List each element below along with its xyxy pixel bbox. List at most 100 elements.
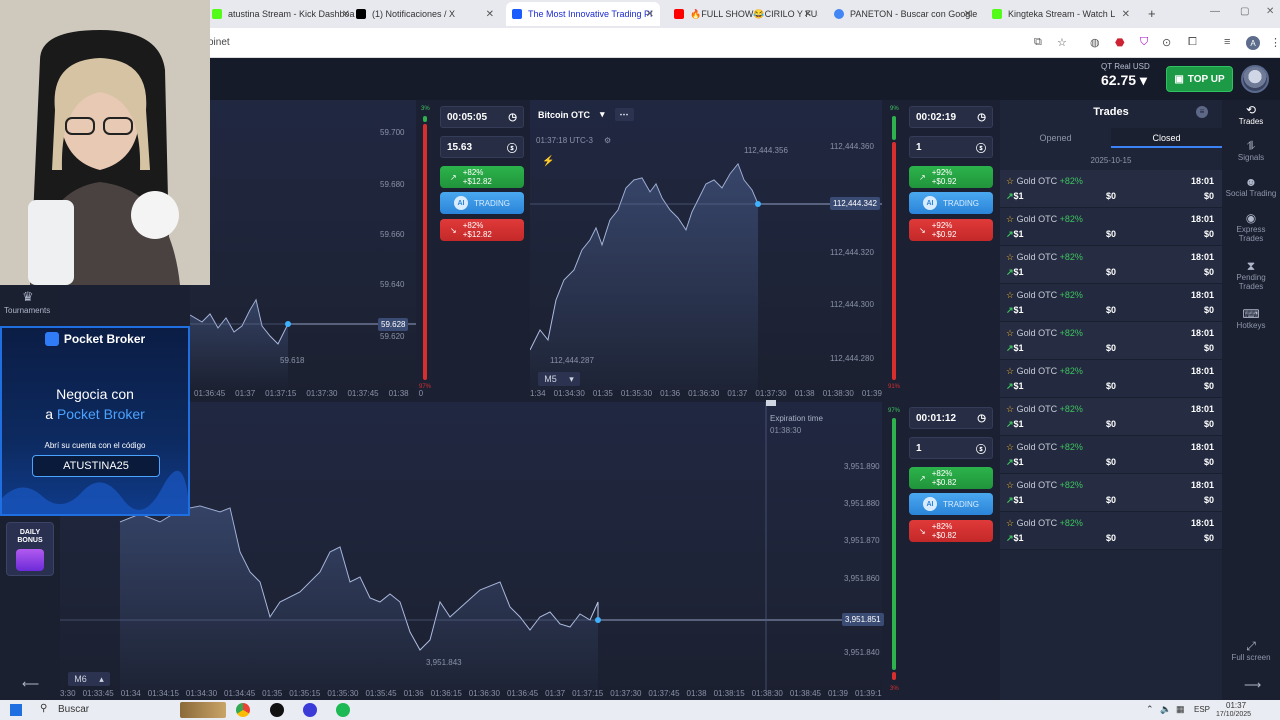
user-avatar[interactable] <box>1241 65 1269 93</box>
browser-tab[interactable]: PANETON - Buscar con Google ✕ <box>828 2 978 26</box>
ai-trading-button[interactable]: AI TRADING <box>440 192 524 214</box>
lightning-icon[interactable]: ⚡ <box>542 156 554 167</box>
balance-value[interactable]: 62.75 ▾ <box>1101 72 1147 89</box>
browser-tab[interactable]: atustina Stream - Kick Dashboa ✕ <box>206 2 356 26</box>
trade-row[interactable]: ☆ Gold OTC +82% ↗$1 $0 18:01 $0 <box>1000 360 1222 398</box>
search-icon[interactable]: ⚲ <box>40 703 47 714</box>
trade-row[interactable]: ☆ Gold OTC +82% ↗$1 $0 18:01 $0 <box>1000 322 1222 360</box>
trade-row[interactable]: ☆ Gold OTC +82% ↗$1 $0 18:01 $0 <box>1000 246 1222 284</box>
new-tab-button[interactable]: + <box>1148 6 1156 21</box>
nav-trades[interactable]: ⟲ Trades <box>1222 104 1280 126</box>
nav-tournaments[interactable]: Tournaments <box>4 306 50 315</box>
buy-button[interactable]: ↗ +82% +$12.82 <box>440 166 524 188</box>
volume-icon[interactable]: 🔈 <box>1160 704 1171 715</box>
spotify-icon[interactable] <box>336 703 350 717</box>
timer-field[interactable]: 00:01:12 ◷ <box>909 407 993 429</box>
sell-button[interactable]: ↘ +82% +$0.82 <box>909 520 993 542</box>
settings-gear-icon[interactable]: ⚙ <box>604 136 611 145</box>
browser-tab[interactable]: 🔥FULL SHOW😂CIRILO Y FUS ✕ <box>668 2 818 26</box>
trades-title: Trades <box>1093 106 1129 118</box>
language-indicator[interactable]: ESP <box>1194 705 1210 714</box>
amount-field[interactable]: 15.63 ⓢ <box>440 136 524 158</box>
chart-panel-1[interactable]: 59.700 59.680 59.660 59.640 59.628 59.62… <box>190 100 423 400</box>
media-icon[interactable]: ≡ <box>1224 36 1230 48</box>
ai-trading-button[interactable]: AI TRADING <box>909 493 993 515</box>
chart-panel-2[interactable]: Bitcoin OTC ▾ ⋯ 01:37:18 UTC-3 ⚙ ⚡ 112,44… <box>530 100 882 400</box>
price-label: 59.700 <box>380 128 405 137</box>
price-label: 112,444.320 <box>830 248 874 257</box>
nav-social-trading[interactable]: ☻ Social Trading <box>1222 176 1280 198</box>
amount-field[interactable]: 1 ⓢ <box>909 136 993 158</box>
nav-express-trades[interactable]: ◉ Express Trades <box>1222 212 1280 243</box>
close-icon[interactable]: ✕ <box>646 9 654 20</box>
nav-hotkeys[interactable]: ⌨ Hotkeys <box>1222 308 1280 330</box>
browser-tab-active[interactable]: The Most Innovative Trading Pl ✕ <box>506 2 660 26</box>
clock-date[interactable]: 17/10/2025 <box>1216 711 1251 718</box>
ai-trading-button[interactable]: AI TRADING <box>909 192 993 214</box>
chrome-icon[interactable] <box>236 703 250 717</box>
x-icon <box>356 9 366 19</box>
trade-row[interactable]: ☆ Gold OTC +82% ↗$1 $0 18:01 $0 <box>1000 512 1222 550</box>
trophy-icon[interactable]: ♛ <box>22 289 34 305</box>
close-icon[interactable]: ✕ <box>342 9 350 20</box>
extensions-puzzle-icon[interactable]: ⧠ <box>1188 36 1197 49</box>
trade-row[interactable]: ☆ Gold OTC +82% ↗$1 $0 18:01 $0 <box>1000 284 1222 322</box>
nav-signals[interactable]: ⥮ Signals <box>1222 140 1280 162</box>
trade-row[interactable]: ☆ Gold OTC +82% ↗$1 $0 18:01 $0 <box>1000 474 1222 512</box>
close-window-button[interactable]: ✕ <box>1266 6 1274 17</box>
maximize-button[interactable]: ▢ <box>1240 6 1249 17</box>
url-field[interactable]: oinet <box>208 37 230 48</box>
top-up-button[interactable]: ▣ TOP UP <box>1166 66 1233 92</box>
extension-icon[interactable]: ◍ <box>1090 36 1100 49</box>
app-icon[interactable] <box>303 703 317 717</box>
close-icon[interactable]: ✕ <box>1122 9 1130 20</box>
timeframe-selector[interactable]: M6 ▴ <box>68 672 110 686</box>
trade-row[interactable]: ☆ Gold OTC +82% ↗$1 $0 18:01 $0 <box>1000 208 1222 246</box>
extension-icon[interactable]: ⬣ <box>1115 36 1125 49</box>
timer-field[interactable]: 00:05:05 ◷ <box>440 106 524 128</box>
sell-button[interactable]: ↘ +82% +$12.82 <box>440 219 524 241</box>
taskbar-search[interactable]: Buscar <box>58 704 89 715</box>
asset-selector[interactable]: Bitcoin OTC ▾ ⋯ <box>538 108 634 121</box>
timeframe-selector[interactable]: M5 ▾ <box>538 372 580 386</box>
trades-filter-icon[interactable]: ≡ <box>1196 106 1208 118</box>
buy-button[interactable]: ↗ +82% +$0.82 <box>909 467 993 489</box>
minimize-button[interactable]: — <box>1210 6 1220 17</box>
bookmark-star-icon[interactable]: ☆ <box>1057 36 1067 49</box>
menu-dots-icon[interactable]: ⋮ <box>1270 36 1280 49</box>
timer-field[interactable]: 00:02:19 ◷ <box>909 106 993 128</box>
pocket-broker-promo[interactable]: Pocket Broker Negocia con a Pocket Broke… <box>0 326 190 516</box>
close-icon[interactable]: ✕ <box>804 9 812 20</box>
close-icon[interactable]: ✕ <box>486 9 494 20</box>
widget-icon[interactable] <box>180 702 226 718</box>
arrow-left-icon[interactable]: ⟵ <box>22 677 39 691</box>
sell-button[interactable]: ↘ +92% +$0.92 <box>909 219 993 241</box>
right-nav: ⟲ Trades ⥮ Signals ☻ Social Trading ◉ Expres… <box>1222 100 1280 700</box>
browser-tab[interactable]: Kingteka Stream - Watch L ✕ <box>986 2 1136 26</box>
daily-bonus-button[interactable]: DAILY BONUS <box>6 522 54 576</box>
clock-time[interactable]: 01:37 <box>1226 701 1246 710</box>
extension-icon[interactable]: ⛉ <box>1140 36 1148 49</box>
tab-closed[interactable]: Closed <box>1111 128 1222 148</box>
tiktok-icon[interactable] <box>270 703 284 717</box>
nav-pending-trades[interactable]: ⧗ Pending Trades <box>1222 260 1280 291</box>
nav-full-screen[interactable]: ⤢ Full screen <box>1222 639 1280 662</box>
arrow-right-icon[interactable]: ⟶ <box>1244 678 1261 692</box>
browser-tab[interactable]: (1) Notificaciones / X ✕ <box>350 2 500 26</box>
tab-opened[interactable]: Opened <box>1000 128 1111 148</box>
windows-start-icon[interactable] <box>10 704 22 716</box>
trade-row[interactable]: ☆ Gold OTC +82% ↗$1 $0 18:01 $0 <box>1000 436 1222 474</box>
tray-chevron-icon[interactable]: ⌃ <box>1146 704 1154 715</box>
install-icon[interactable]: ⧉ <box>1034 36 1042 49</box>
trade-row[interactable]: ☆ Gold OTC +82% ↗$1 $0 18:01 $0 <box>1000 170 1222 208</box>
vol-down-pct: 3% <box>890 686 899 692</box>
extension-icon[interactable]: ⊙ <box>1162 36 1171 49</box>
trade-row[interactable]: ☆ Gold OTC +82% ↗$1 $0 18:01 $0 <box>1000 398 1222 436</box>
more-options-icon[interactable]: ⋯ <box>614 108 634 121</box>
profile-avatar[interactable]: A <box>1246 36 1260 50</box>
amount-field[interactable]: 1 ⓢ <box>909 437 993 459</box>
network-icon[interactable]: ▦ <box>1176 704 1185 715</box>
close-icon[interactable]: ✕ <box>964 9 972 20</box>
buy-button[interactable]: ↗ +92% +$0.92 <box>909 166 993 188</box>
fullscreen-icon: ⤢ <box>1246 639 1256 653</box>
